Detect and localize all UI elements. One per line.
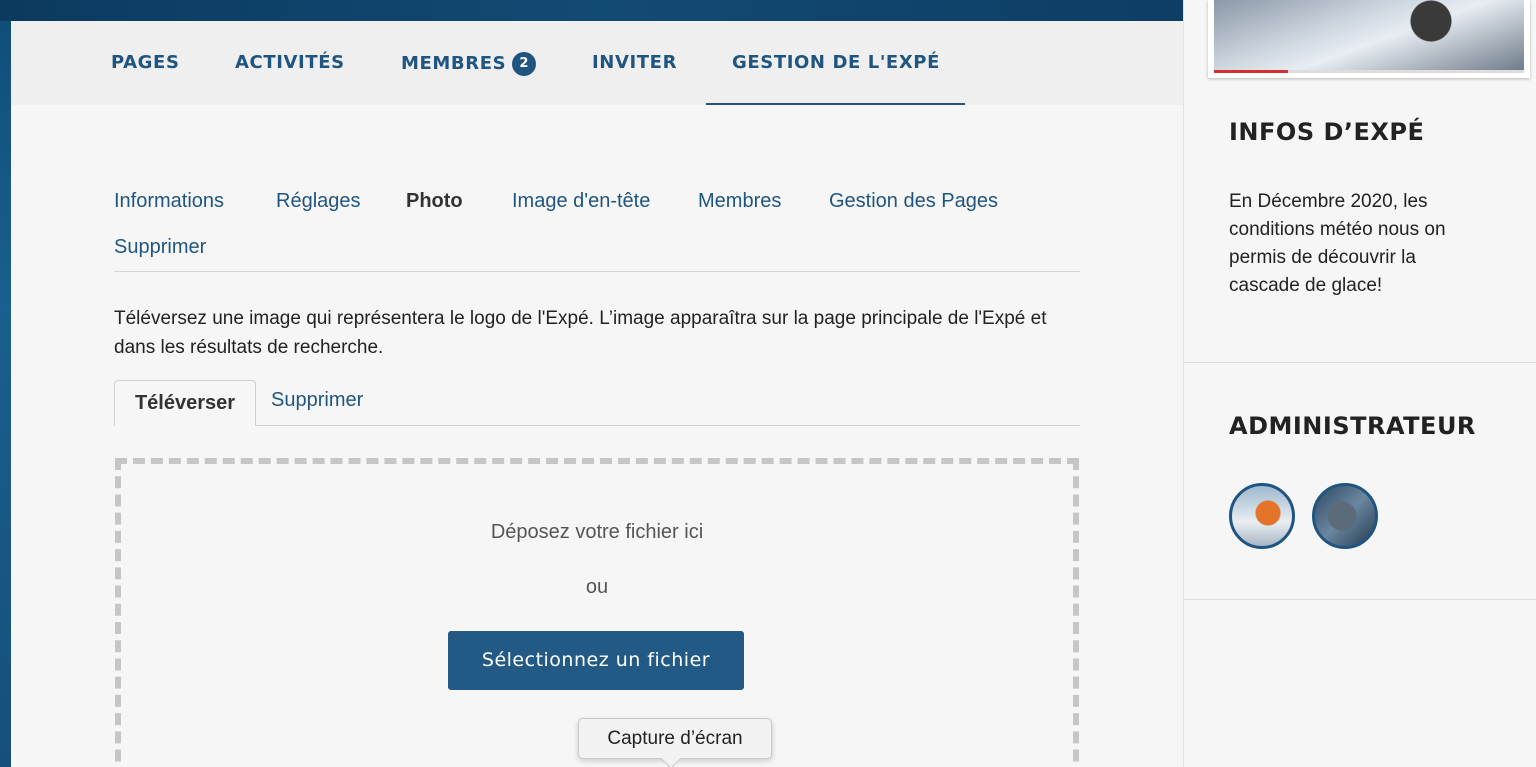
dropzone-title: Déposez votre fichier ici	[490, 521, 704, 543]
sidebar-divider	[1184, 362, 1536, 363]
nav-active-underline	[706, 103, 965, 105]
infos-expe-heading: INFOS D’EXPÉ	[1229, 118, 1425, 146]
subnav-photo[interactable]: Photo	[406, 190, 463, 213]
tab-televerser[interactable]: Téléverser	[114, 380, 256, 426]
left-edge-strip	[0, 0, 11, 767]
admin-avatar-2[interactable]	[1312, 483, 1378, 549]
members-count-badge: 2	[512, 52, 537, 76]
photo-progress-fill	[1214, 70, 1289, 73]
nav-gestion[interactable]: GESTION DE L'EXPÉ	[732, 52, 940, 73]
subnav-divider	[114, 271, 1080, 272]
upload-description: Téléversez une image qui représentera le…	[114, 308, 1047, 358]
subnav-gestion-pages[interactable]: Gestion des Pages	[829, 190, 998, 213]
page: PAGES ACTIVITÉS MEMBRES 2 INVITER GESTION…	[0, 0, 1536, 767]
nav-activites[interactable]: ACTIVITÉS	[235, 52, 345, 73]
sidebar: INFOS D’EXPÉ En Décembre 2020, les condi…	[1183, 0, 1536, 767]
main-content: PAGES ACTIVITÉS MEMBRES 2 INVITER GESTION…	[11, 21, 1183, 767]
select-file-button[interactable]: Sélectionnez un fichier	[448, 631, 744, 690]
dropzone-or: ou	[585, 576, 609, 598]
subnav-reglages[interactable]: Réglages	[276, 190, 361, 213]
nav-membres[interactable]: MEMBRES 2	[401, 52, 537, 76]
nav-inviter[interactable]: INVITER	[592, 52, 677, 73]
expedition-photo	[1214, 0, 1524, 70]
nav-membres-label: MEMBRES	[401, 53, 507, 74]
sidebar-divider-2	[1184, 599, 1536, 600]
expedition-photo-card[interactable]	[1208, 0, 1530, 78]
administrateur-heading: ADMINISTRATEUR	[1229, 412, 1476, 440]
top-banner	[0, 0, 1207, 21]
tab-supprimer[interactable]: Supprimer	[271, 389, 363, 412]
photo-progress-bar	[1214, 70, 1524, 73]
nav-pages[interactable]: PAGES	[111, 52, 180, 73]
subnav-image-en-tete[interactable]: Image d'en-tête	[512, 190, 650, 213]
infos-expe-text: En Décembre 2020, les conditions météo n…	[1229, 191, 1446, 296]
admin-avatar-1[interactable]	[1229, 483, 1295, 549]
primary-nav: PAGES ACTIVITÉS MEMBRES 2 INVITER GESTION…	[11, 21, 1183, 105]
subnav-informations[interactable]: Informations	[114, 190, 224, 213]
tabs-baseline	[114, 425, 1080, 426]
subnav-supprimer[interactable]: Supprimer	[114, 236, 206, 259]
subnav-membres[interactable]: Membres	[698, 190, 781, 213]
